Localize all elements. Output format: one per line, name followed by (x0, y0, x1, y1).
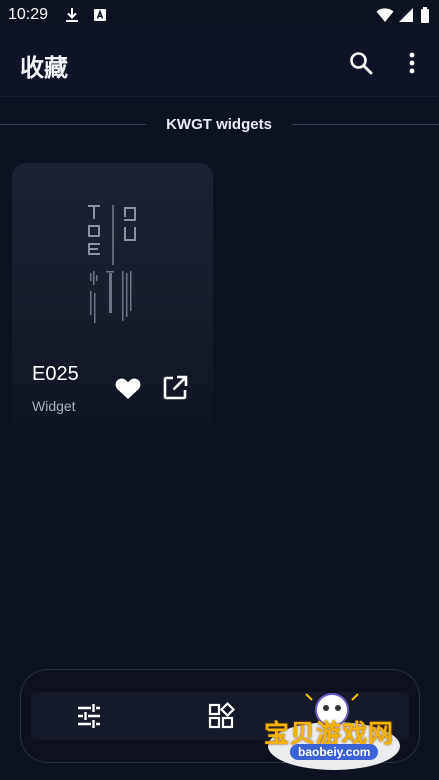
watermark-url: baobeiy.com (290, 744, 379, 760)
signal-icon (398, 7, 414, 23)
widget-type: Widget (32, 398, 76, 414)
widget-preview-icon (82, 201, 142, 331)
more-vert-icon[interactable] (398, 49, 426, 77)
widget-card[interactable]: E025 Widget (12, 163, 213, 433)
watermark-logo: 宝贝游戏网 baobeiy.com (262, 690, 412, 774)
wifi-icon (376, 7, 394, 23)
section-title: KWGT widgets (166, 116, 272, 133)
widgets-icon[interactable] (206, 701, 236, 731)
status-time: 10:29 (8, 6, 49, 23)
favorite-icon[interactable] (113, 373, 143, 403)
widget-name: E025 (32, 363, 79, 385)
search-icon[interactable] (347, 49, 375, 77)
tune-icon[interactable] (74, 701, 104, 731)
section-divider-left (0, 124, 146, 125)
download-icon (64, 7, 80, 23)
a-badge-icon (92, 7, 108, 23)
section-divider-right (292, 124, 439, 125)
open-external-icon[interactable] (160, 373, 190, 403)
page-title: 收藏 (20, 55, 68, 82)
battery-icon (420, 7, 436, 23)
